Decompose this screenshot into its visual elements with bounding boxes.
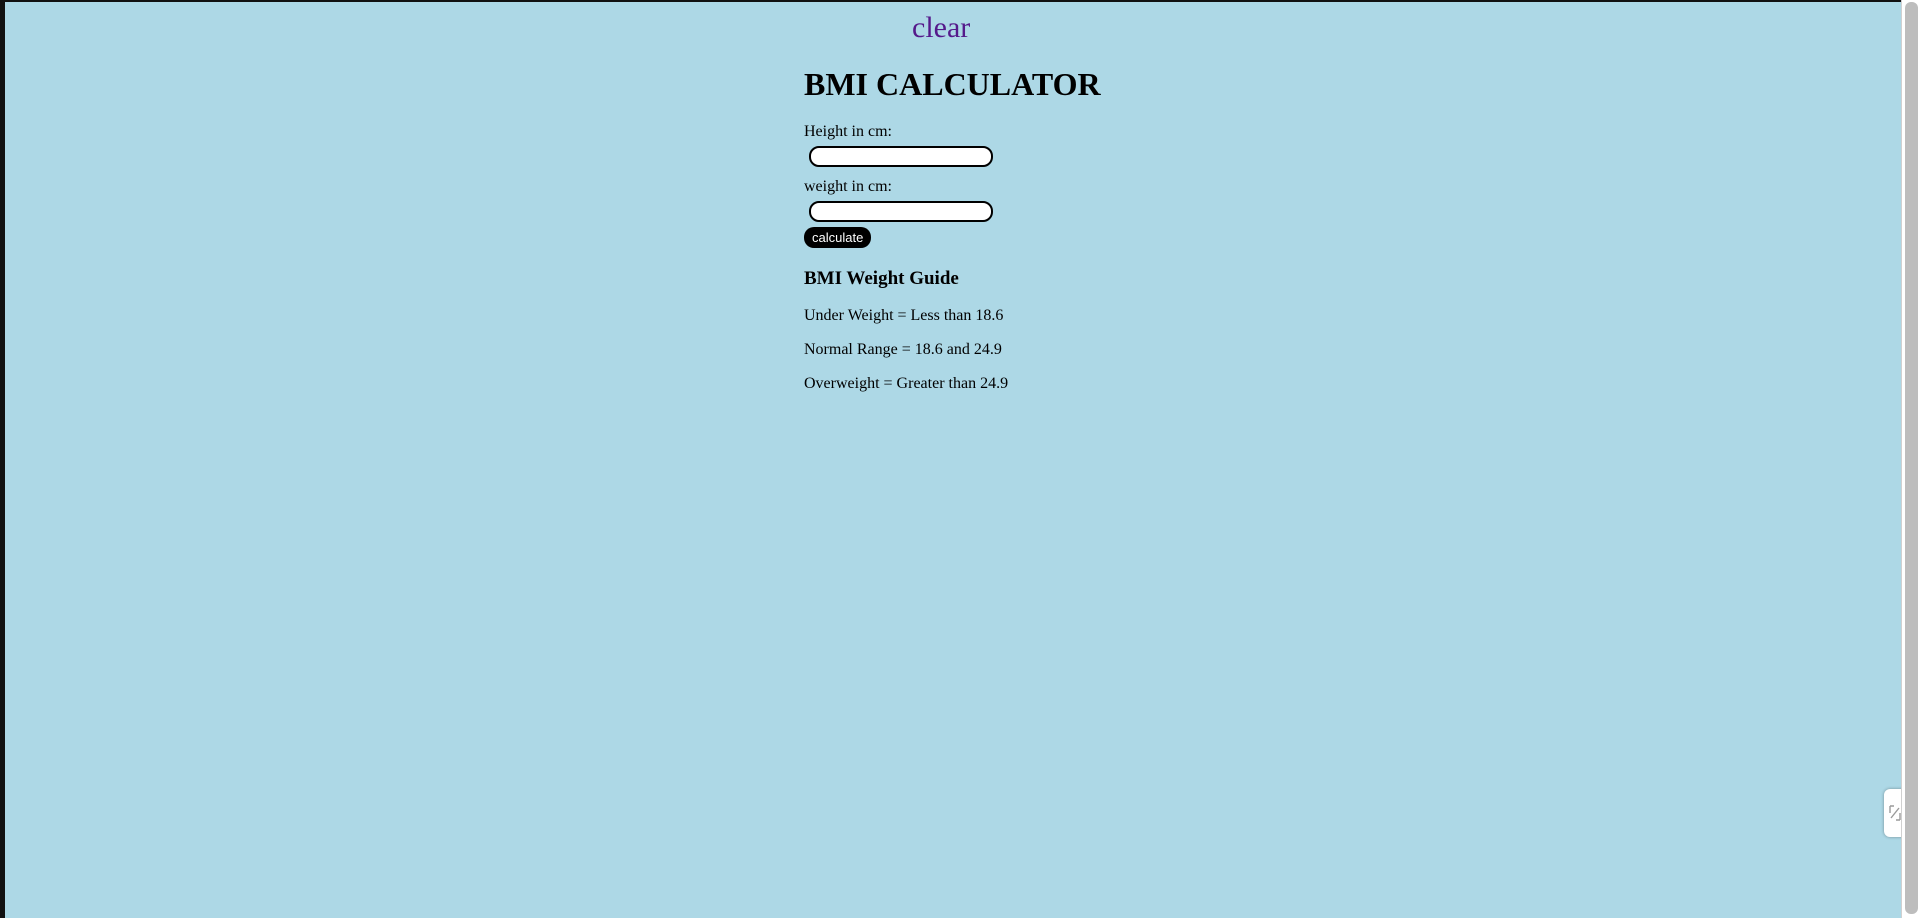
weight-label: weight in cm:: [804, 178, 892, 195]
guide-line-overweight: Overweight = Greater than 24.9: [804, 375, 1009, 392]
calculate-button[interactable]: calculate: [804, 227, 872, 248]
clear-link[interactable]: clear: [912, 10, 970, 46]
weight-input[interactable]: [809, 201, 993, 222]
page-title: BMI CALCULATOR: [804, 66, 1101, 102]
height-input[interactable]: [809, 146, 993, 167]
page-viewport: clear BMI CALCULATOR Height in cm: weigh…: [5, 2, 1901, 918]
vertical-scrollbar[interactable]: [1901, 0, 1920, 918]
guide-title: BMI Weight Guide: [804, 268, 959, 289]
scrollbar-thumb[interactable]: [1905, 2, 1918, 914]
height-label: Height in cm:: [804, 123, 892, 140]
collapse-arrows-icon: [1888, 804, 1902, 822]
guide-line-underweight: Under Weight = Less than 18.6: [804, 307, 1004, 324]
guide-line-normal: Normal Range = 18.6 and 24.9: [804, 341, 1002, 358]
bmi-calculator-panel: BMI CALCULATOR Height in cm: weight in c…: [804, 64, 1224, 394]
